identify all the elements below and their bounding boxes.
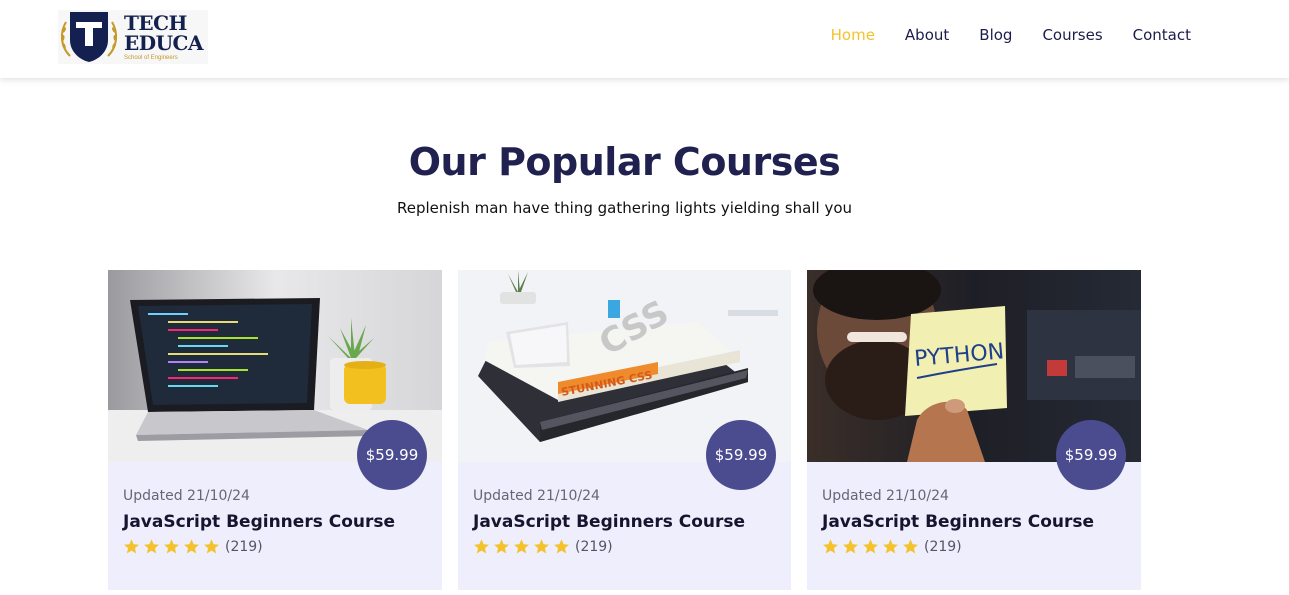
star-icon <box>204 539 219 554</box>
star-icon <box>144 539 159 554</box>
section-subtitle: Replenish man have thing gathering light… <box>396 199 853 217</box>
star-icon <box>903 539 918 554</box>
review-count: (219) <box>225 538 263 555</box>
course-updated-date: Updated 21/10/24 <box>123 488 250 504</box>
star-icon <box>883 539 898 554</box>
price-badge: $59.99 <box>1056 420 1126 490</box>
star-icon <box>843 539 858 554</box>
star-icon <box>164 539 179 554</box>
course-rating: (219) <box>473 538 613 555</box>
nav-home[interactable]: Home <box>831 26 875 44</box>
course-title[interactable]: JavaScript Beginners Course <box>123 512 395 532</box>
course-title[interactable]: JavaScript Beginners Course <box>473 512 745 532</box>
price-badge: $59.99 <box>357 420 427 490</box>
course-card[interactable]: PYTHON $59.99 Updated 21/10/24 JavaScrip… <box>807 270 1141 590</box>
price-badge: $59.99 <box>706 420 776 490</box>
star-icon <box>474 539 489 554</box>
star-icon <box>534 539 549 554</box>
star-icon <box>184 539 199 554</box>
section-title: Our Popular Courses <box>408 140 841 184</box>
brand-name-line2: EDUCA <box>124 31 203 55</box>
shield-logo-icon <box>58 10 120 64</box>
nav-about[interactable]: About <box>905 26 949 44</box>
star-icon <box>514 539 529 554</box>
course-rating: (219) <box>822 538 962 555</box>
nav-blog[interactable]: Blog <box>979 26 1012 44</box>
site-header: TECH EDUCA School of Engineers Home Abou… <box>0 0 1289 78</box>
brand-tagline: School of Engineers <box>124 55 178 61</box>
course-updated-date: Updated 21/10/24 <box>473 488 600 504</box>
star-icon <box>554 539 569 554</box>
star-icon <box>494 539 509 554</box>
star-icon <box>124 539 139 554</box>
course-card[interactable]: STUNNING CSS CSS $59.99 Updated 21/10/24… <box>458 270 791 590</box>
course-rating: (219) <box>123 538 263 555</box>
brand-name-line1: TECH <box>124 11 187 35</box>
course-title[interactable]: JavaScript Beginners Course <box>822 512 1094 532</box>
course-card[interactable]: $59.99 Updated 21/10/24 JavaScript Begin… <box>108 270 442 590</box>
nav-contact[interactable]: Contact <box>1133 26 1191 44</box>
star-icon <box>823 539 838 554</box>
course-updated-date: Updated 21/10/24 <box>822 488 949 504</box>
main-nav: Home About Blog Courses Contact <box>831 26 1191 44</box>
brand-logo[interactable]: TECH EDUCA School of Engineers <box>58 10 208 64</box>
star-icon <box>863 539 878 554</box>
review-count: (219) <box>924 538 962 555</box>
nav-courses[interactable]: Courses <box>1042 26 1102 44</box>
review-count: (219) <box>575 538 613 555</box>
